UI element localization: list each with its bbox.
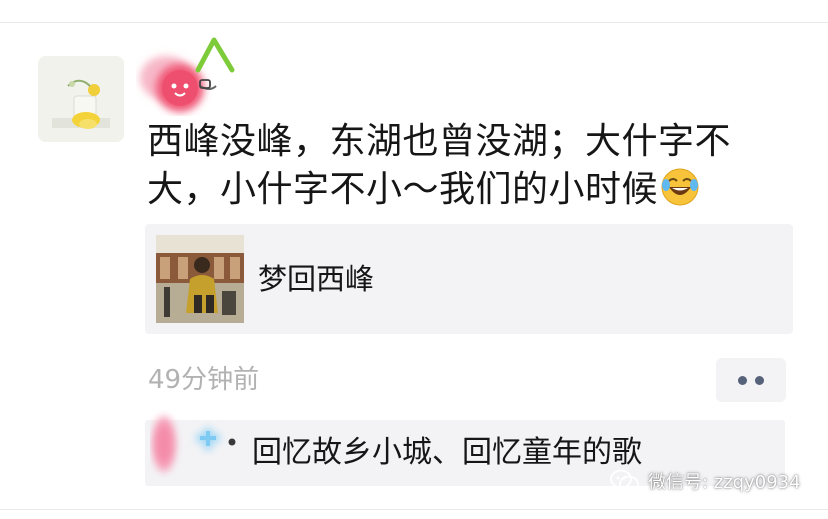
wechat-official-account-icon <box>610 469 639 493</box>
more-dot-icon <box>755 376 764 385</box>
watermark-text: 微信号: zzqy0934 <box>648 472 801 493</box>
post-timestamp: 49分钟前 <box>148 365 260 395</box>
post-text: 西峰没峰，东湖也曾没湖；大什字不大，小什字不小～我们的小时候 <box>147 118 767 214</box>
post-username[interactable] <box>136 30 246 116</box>
link-thumbnail <box>156 235 244 323</box>
laughing-tears-icon <box>660 167 700 207</box>
comment-text: 回忆故乡小城、回忆童年的歌 <box>252 435 642 470</box>
watermark: 微信号: zzqy0934 <box>610 466 801 496</box>
more-actions-button[interactable] <box>716 358 786 402</box>
more-dot-icon <box>738 376 747 385</box>
bottom-divider <box>0 509 828 510</box>
comment-author[interactable] <box>150 398 250 482</box>
top-divider <box>0 22 828 23</box>
avatar[interactable] <box>38 56 124 142</box>
moments-post-screen: 西峰没峰，东湖也曾没湖；大什字不大，小什字不小～我们的小时候 梦回西峰 49分钟… <box>0 0 828 519</box>
post-text-content: 西峰没峰，东湖也曾没湖；大什字不大，小什字不小～我们的小时候 <box>147 121 732 210</box>
shared-link-card[interactable]: 梦回西峰 <box>145 224 793 334</box>
link-title: 梦回西峰 <box>258 262 375 296</box>
